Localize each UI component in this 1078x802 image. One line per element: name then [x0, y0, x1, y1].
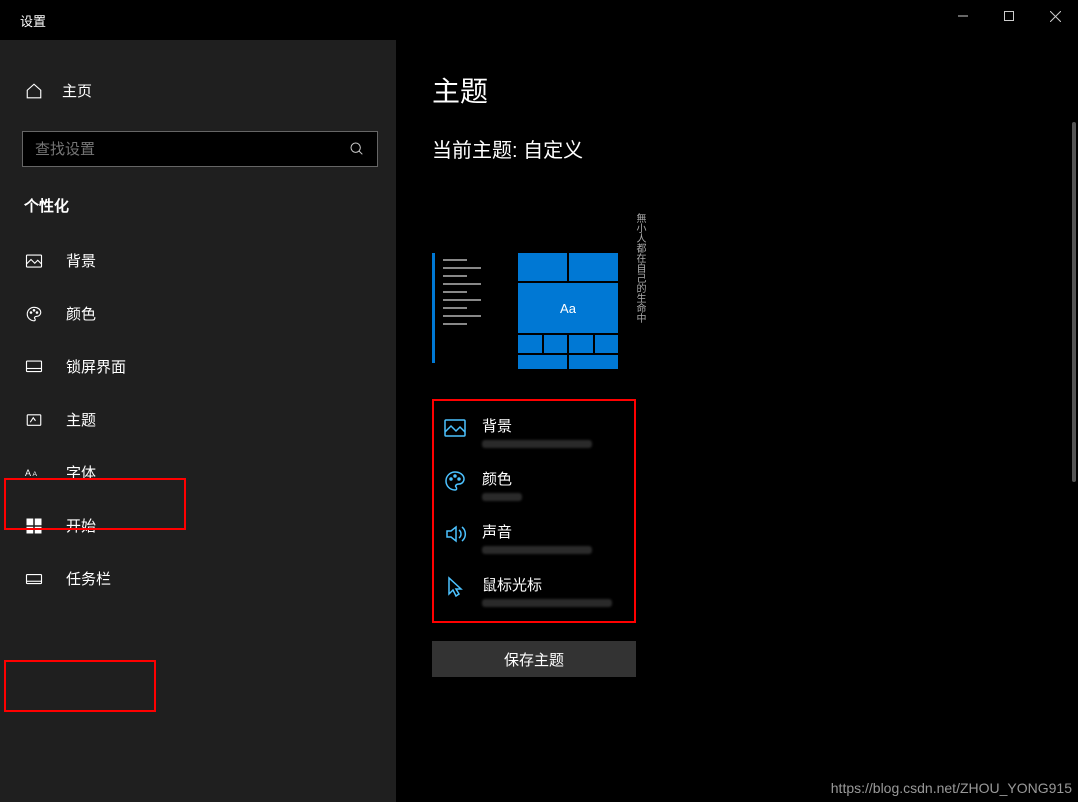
taskbar-icon [24, 569, 44, 589]
picture-icon [24, 251, 44, 271]
theme-option-background[interactable]: 背景 [434, 405, 634, 458]
sidebar-item-fonts[interactable]: AA 字体 [0, 446, 396, 499]
home-icon [24, 81, 44, 101]
opt-label: 声音 [482, 521, 592, 542]
cursor-icon [442, 574, 468, 600]
opt-label: 鼠标光标 [482, 574, 612, 595]
page-title: 主题 [432, 70, 1042, 110]
close-button[interactable] [1032, 0, 1078, 32]
theme-options-group: 背景 颜色 声音 [432, 399, 636, 623]
search-wrap [0, 131, 396, 167]
theme-option-cursor[interactable]: 鼠标光标 [434, 564, 634, 617]
preview-tiles: Aa [518, 253, 618, 363]
sidebar-item-colors[interactable]: 颜色 [0, 287, 396, 340]
preview-calligraphy: 無小人都在自己的生命中 [627, 213, 645, 323]
preview-menu [432, 253, 502, 363]
sidebar-item-background[interactable]: 背景 [0, 234, 396, 287]
maximize-button[interactable] [986, 0, 1032, 32]
home-label: 主页 [62, 80, 92, 101]
sidebar-item-taskbar[interactable]: 任务栏 [0, 552, 396, 605]
highlight-taskbar [4, 660, 156, 712]
minimize-button[interactable] [940, 0, 986, 32]
palette-icon [442, 468, 468, 494]
opt-sub [482, 440, 592, 448]
sidebar-item-start[interactable]: 开始 [0, 499, 396, 552]
window-buttons [940, 0, 1078, 32]
window-title: 设置 [20, 11, 46, 30]
watermark: https://blog.csdn.net/ZHOU_YONG915 [831, 780, 1072, 796]
svg-text:A: A [25, 468, 31, 478]
search-icon [337, 141, 377, 157]
theme-preview: Aa 無小人都在自己的生命中 [432, 203, 712, 363]
sidebar-item-label: 字体 [66, 462, 96, 483]
home-link[interactable]: 主页 [0, 70, 396, 111]
search-box[interactable] [22, 131, 378, 167]
opt-sub [482, 546, 592, 554]
sidebar-item-lockscreen[interactable]: 锁屏界面 [0, 340, 396, 393]
sidebar-item-label: 任务栏 [66, 568, 111, 589]
sidebar-item-label: 锁屏界面 [66, 356, 126, 377]
search-input[interactable] [23, 141, 337, 158]
theme-option-color[interactable]: 颜色 [434, 458, 634, 511]
sidebar: 主页 个性化 背景 颜色 锁屏界面 [0, 40, 396, 802]
fonts-icon: AA [24, 463, 44, 483]
sound-icon [442, 521, 468, 547]
opt-sub [482, 599, 612, 607]
sidebar-item-label: 开始 [66, 515, 96, 536]
svg-text:A: A [33, 471, 38, 478]
nav: 背景 颜色 锁屏界面 主题 AA 字体 [0, 234, 396, 605]
save-theme-button[interactable]: 保存主题 [432, 641, 636, 677]
scrollbar[interactable] [1072, 122, 1076, 482]
theme-option-sound[interactable]: 声音 [434, 511, 634, 564]
palette-icon [24, 304, 44, 324]
main-content: 主题 当前主题: 自定义 Aa 無小人都在自己的生命中 背景 [396, 40, 1078, 802]
opt-sub [482, 493, 522, 501]
lockscreen-icon [24, 357, 44, 377]
opt-label: 颜色 [482, 468, 522, 489]
picture-icon [442, 415, 468, 441]
opt-label: 背景 [482, 415, 592, 436]
start-icon [24, 516, 44, 536]
preview-aa-tile: Aa [518, 283, 618, 333]
sidebar-item-label: 背景 [66, 250, 96, 271]
page-subtitle: 当前主题: 自定义 [432, 134, 1042, 163]
section-label: 个性化 [0, 167, 396, 234]
sidebar-item-label: 主题 [66, 409, 96, 430]
sidebar-item-theme[interactable]: 主题 [0, 393, 396, 446]
theme-icon [24, 410, 44, 430]
sidebar-item-label: 颜色 [66, 303, 96, 324]
titlebar: 设置 [0, 0, 1078, 40]
